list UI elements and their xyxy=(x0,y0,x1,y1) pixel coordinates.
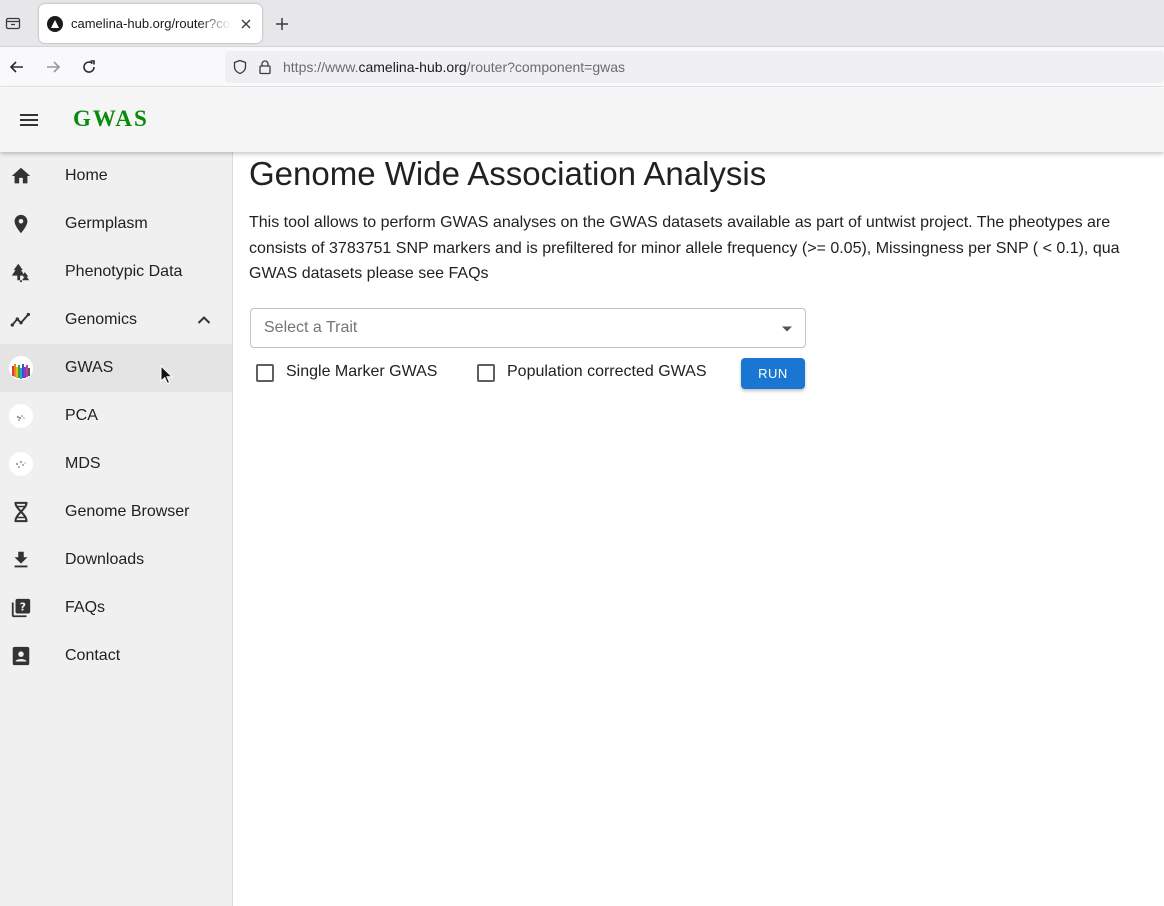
browser-tab-bar: camelina-hub.org/router?component=gwas xyxy=(0,0,1164,47)
chevron-up-icon[interactable] xyxy=(194,310,214,330)
population-corrected-label[interactable]: Population corrected GWAS xyxy=(507,363,707,381)
mouse-cursor-icon xyxy=(160,365,174,385)
app-title: GWAS xyxy=(73,106,149,131)
sidebar-item-label: Genomics xyxy=(65,311,138,328)
url-path: /router?component=gwas xyxy=(466,59,626,75)
trait-select-placeholder: Select a Trait xyxy=(264,319,358,336)
new-tab-icon[interactable] xyxy=(272,14,292,34)
forest-icon xyxy=(9,260,33,284)
url-bar[interactable]: https://www.camelina-hub.org/router?comp… xyxy=(225,51,1164,83)
sidebar-item-label: Home xyxy=(65,167,108,184)
sidebar-item-label: Downloads xyxy=(65,551,145,568)
sidebar-item-label: PCA xyxy=(65,407,98,424)
reload-icon[interactable] xyxy=(79,57,99,77)
description-line: consists of 3783751 SNP markers and is p… xyxy=(249,239,1120,257)
url-host: camelina-hub.org xyxy=(358,59,467,75)
sidebar-item-label: MDS xyxy=(65,455,101,472)
sidebar-item-label: GWAS xyxy=(65,359,114,376)
hamburger-menu-icon[interactable] xyxy=(16,108,42,132)
pca-thumbnail-icon xyxy=(9,404,33,428)
sidebar-item-contact[interactable]: Contact xyxy=(0,632,232,680)
location-pin-icon xyxy=(9,212,33,236)
mds-thumbnail-icon xyxy=(9,452,33,476)
sidebar-item-label: Contact xyxy=(65,647,121,664)
tab-close-icon[interactable] xyxy=(238,16,254,32)
single-marker-label[interactable]: Single Marker GWAS xyxy=(286,363,437,381)
gwas-thumbnail-icon xyxy=(9,356,33,380)
sidebar-item-genome-browser[interactable]: Genome Browser xyxy=(0,488,232,536)
contact-icon xyxy=(9,644,33,668)
faq-icon: ? xyxy=(9,596,33,620)
single-marker-checkbox[interactable] xyxy=(256,364,274,382)
main-content: Genome Wide Association Analysis This to… xyxy=(233,152,1164,906)
site-favicon-icon xyxy=(47,15,63,32)
download-icon xyxy=(9,548,33,572)
sidebar-item-label: Genome Browser xyxy=(65,503,190,520)
sidebar-item-mds[interactable]: MDS xyxy=(0,440,232,488)
trend-line-icon xyxy=(9,308,33,332)
lock-icon[interactable] xyxy=(257,58,273,76)
sidebar-item-label: Germplasm xyxy=(65,215,148,232)
description-line: This tool allows to perform GWAS analyse… xyxy=(249,214,1111,231)
sidebar-item-gwas[interactable]: GWAS xyxy=(0,344,232,392)
back-arrow-icon[interactable] xyxy=(7,57,27,77)
description: This tool allows to perform GWAS analyse… xyxy=(249,210,1164,287)
svg-text:?: ? xyxy=(20,600,26,613)
caret-down-icon[interactable] xyxy=(781,323,793,335)
sidebar-item-germplasm[interactable]: Germplasm xyxy=(0,200,232,248)
page-title: Genome Wide Association Analysis xyxy=(249,155,767,192)
sidebar-item-genomics[interactable]: Genomics xyxy=(0,296,232,344)
tab-list-icon[interactable] xyxy=(4,14,22,32)
tab-title: camelina-hub.org/router?component=gwas xyxy=(71,16,231,31)
sidebar-item-downloads[interactable]: Downloads xyxy=(0,536,232,584)
forward-arrow-icon[interactable] xyxy=(43,57,63,77)
url-prefix: https://www. xyxy=(283,59,359,75)
browser-navigation-bar: https://www.camelina-hub.org/router?comp… xyxy=(0,47,1164,87)
gwas-options: Single Marker GWAS Population corrected … xyxy=(250,356,810,389)
sidebar-item-label: Phenotypic Data xyxy=(65,263,183,280)
trait-select[interactable]: Select a Trait xyxy=(250,308,806,348)
browser-tab[interactable]: camelina-hub.org/router?component=gwas xyxy=(39,4,262,43)
description-line: GWAS datasets please see FAQs xyxy=(249,265,489,282)
dna-icon xyxy=(9,500,33,524)
app-header: GWAS xyxy=(0,88,1164,152)
tracking-shield-icon[interactable] xyxy=(231,58,249,76)
url-text[interactable]: https://www.camelina-hub.org/router?comp… xyxy=(283,59,625,75)
sidebar-item-faqs[interactable]: ? FAQs xyxy=(0,584,232,632)
sidebar: Home Germplasm Phenotypic Data Genomics xyxy=(0,152,233,906)
population-corrected-checkbox[interactable] xyxy=(477,364,495,382)
sidebar-item-phenotypic-data[interactable]: Phenotypic Data xyxy=(0,248,232,296)
sidebar-item-label: FAQs xyxy=(65,599,106,616)
sidebar-item-home[interactable]: Home xyxy=(0,152,232,200)
home-icon xyxy=(9,164,33,188)
run-button[interactable]: RUN xyxy=(741,358,805,389)
sidebar-item-pca[interactable]: PCA xyxy=(0,392,232,440)
